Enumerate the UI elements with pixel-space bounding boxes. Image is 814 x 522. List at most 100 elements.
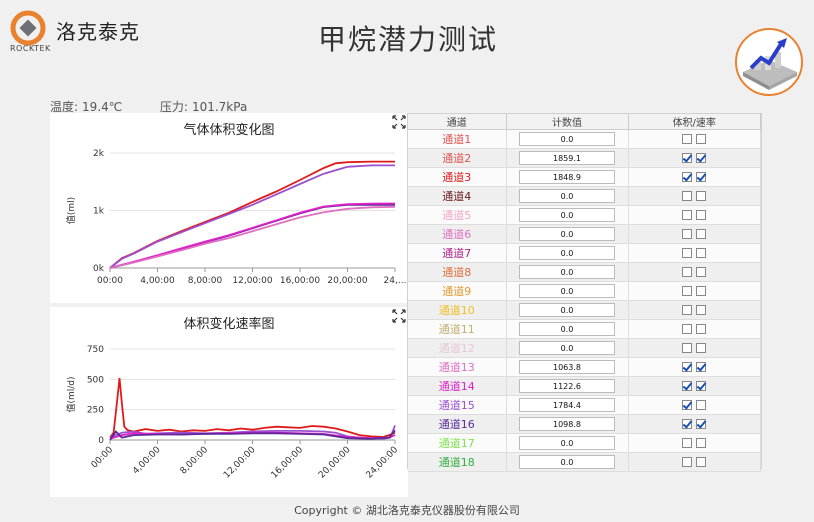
count-value-field[interactable]: 0.0 bbox=[519, 455, 615, 469]
rate-checkbox[interactable] bbox=[696, 285, 707, 296]
pressure-label: 压力: bbox=[159, 100, 188, 114]
table-row: 通道10 0.0 bbox=[408, 300, 761, 320]
volume-chart-title: 气体体积变化图 bbox=[183, 123, 275, 138]
volume-checkbox[interactable] bbox=[682, 171, 693, 182]
channel-name: 通道16 bbox=[408, 414, 507, 434]
rate-checkbox[interactable] bbox=[696, 342, 707, 353]
count-value-field[interactable]: 1784.4 bbox=[519, 398, 615, 412]
volume-checkbox[interactable] bbox=[682, 133, 693, 144]
table-row: 通道6 0.0 bbox=[408, 224, 761, 244]
channel-name: 通道11 bbox=[408, 319, 507, 339]
count-value-field[interactable]: 1063.8 bbox=[519, 360, 615, 374]
rate-checkbox[interactable] bbox=[696, 133, 707, 144]
count-value-field[interactable]: 0.0 bbox=[519, 322, 615, 336]
count-value-field[interactable]: 0.0 bbox=[519, 189, 615, 203]
page-title: 甲烷潜力测试 bbox=[318, 23, 499, 56]
count-value-field[interactable]: 0.0 bbox=[519, 436, 615, 450]
volume-checkbox[interactable] bbox=[682, 190, 693, 201]
series-line bbox=[109, 205, 396, 269]
expand-icon[interactable] bbox=[392, 115, 406, 129]
analysis-chart-icon[interactable] bbox=[735, 28, 803, 96]
table-row: 通道13 1063.8 bbox=[408, 357, 761, 377]
column-header-count: 计数值 bbox=[506, 114, 629, 130]
rate-checkbox[interactable] bbox=[696, 304, 707, 315]
table-row: 通道7 0.0 bbox=[408, 243, 761, 263]
rate-checkbox[interactable] bbox=[696, 456, 707, 467]
rate-chart: 0 250 500 750 00:00 4,00:00 8,00:00 12,00:00 16,… bbox=[65, 345, 401, 481]
rate-checkbox[interactable] bbox=[696, 190, 707, 201]
rate-checkbox[interactable] bbox=[696, 266, 707, 277]
rate-checkbox[interactable] bbox=[696, 380, 707, 391]
volume-checkbox[interactable] bbox=[682, 399, 693, 410]
volume-checkbox[interactable] bbox=[682, 323, 693, 334]
count-value-field[interactable]: 0.0 bbox=[519, 227, 615, 241]
count-value-field[interactable]: 0.0 bbox=[519, 246, 615, 260]
y-axis-label: 值(ml) bbox=[65, 197, 77, 224]
table-row: 通道9 0.0 bbox=[408, 281, 761, 301]
rate-checkbox[interactable] bbox=[696, 418, 707, 429]
rate-checkbox[interactable] bbox=[696, 437, 707, 448]
volume-checkbox[interactable] bbox=[682, 456, 693, 467]
channel-name: 通道13 bbox=[408, 357, 507, 377]
x-tick-label: 24,00:00 bbox=[365, 445, 401, 481]
count-value-field[interactable]: 1098.8 bbox=[519, 417, 615, 431]
x-tick-label: 12,00:00 bbox=[232, 276, 273, 286]
volume-checkbox[interactable] bbox=[682, 342, 693, 353]
y-axis-label: 值(ml/d) bbox=[65, 376, 77, 412]
expand-icon[interactable] bbox=[392, 309, 406, 323]
x-tick-label: 20,00:00 bbox=[327, 276, 368, 286]
count-value-field[interactable]: 0.0 bbox=[519, 208, 615, 222]
volume-checkbox[interactable] bbox=[682, 380, 693, 391]
rate-checkbox[interactable] bbox=[696, 171, 707, 182]
rate-checkbox[interactable] bbox=[696, 323, 707, 334]
volume-checkbox[interactable] bbox=[682, 209, 693, 220]
rate-chart-title: 体积变化速率图 bbox=[183, 317, 275, 332]
volume-checkbox[interactable] bbox=[682, 418, 693, 429]
count-value-field[interactable]: 0.0 bbox=[519, 284, 615, 298]
table-row: 通道14 1122.6 bbox=[408, 376, 761, 396]
y-tick-label: 250 bbox=[87, 406, 104, 416]
channel-name: 通道8 bbox=[408, 262, 507, 282]
count-value-field[interactable]: 1122.6 bbox=[519, 379, 615, 393]
channel-name: 通道10 bbox=[408, 300, 507, 320]
channel-name: 通道3 bbox=[408, 167, 507, 187]
x-tick-label: 00:00 bbox=[97, 276, 123, 286]
rate-checkbox[interactable] bbox=[696, 247, 707, 258]
rate-checkbox[interactable] bbox=[696, 209, 707, 220]
table-row: 通道11 0.0 bbox=[408, 319, 761, 339]
channel-name: 通道4 bbox=[408, 186, 507, 206]
channel-name: 通道6 bbox=[408, 224, 507, 244]
volume-checkbox[interactable] bbox=[682, 437, 693, 448]
copyright-footer: Copyright © 湖北洛克泰克仪器股份有限公司 bbox=[294, 504, 520, 517]
count-value-field[interactable]: 0.0 bbox=[519, 303, 615, 317]
count-value-field[interactable]: 1859.1 bbox=[519, 151, 615, 165]
count-value-field[interactable]: 0.0 bbox=[519, 132, 615, 146]
volume-checkbox[interactable] bbox=[682, 285, 693, 296]
count-value-field[interactable]: 1848.9 bbox=[519, 170, 615, 184]
y-tick-label: 2k bbox=[93, 149, 105, 159]
x-tick-label: 8,00:00 bbox=[188, 276, 223, 286]
volume-checkbox[interactable] bbox=[682, 304, 693, 315]
table-row: 通道2 1859.1 bbox=[408, 148, 761, 168]
x-tick-label: 16,00:00 bbox=[270, 445, 306, 481]
rate-checkbox[interactable] bbox=[696, 152, 707, 163]
channel-name: 通道14 bbox=[408, 376, 507, 396]
volume-chart: 0k 1k 2k 00:00 4,00:00 8,00:00 12,00:00 16,00:0… bbox=[65, 149, 406, 286]
volume-checkbox[interactable] bbox=[682, 361, 693, 372]
rocktek-logo-icon bbox=[10, 10, 46, 46]
volume-checkbox[interactable] bbox=[682, 152, 693, 163]
table-row: 通道1 0.0 bbox=[408, 129, 761, 149]
count-value-field[interactable]: 0.0 bbox=[519, 341, 615, 355]
table-row: 通道4 0.0 bbox=[408, 186, 761, 206]
volume-checkbox[interactable] bbox=[682, 228, 693, 239]
x-tick-label: 16,00:00 bbox=[280, 276, 321, 286]
x-tick-label: 4,00:00 bbox=[140, 276, 175, 286]
y-tick-label: 750 bbox=[87, 345, 104, 355]
channel-name: 通道17 bbox=[408, 433, 507, 453]
rate-checkbox[interactable] bbox=[696, 399, 707, 410]
volume-checkbox[interactable] bbox=[682, 247, 693, 258]
count-value-field[interactable]: 0.0 bbox=[519, 265, 615, 279]
rate-checkbox[interactable] bbox=[696, 228, 707, 239]
rate-checkbox[interactable] bbox=[696, 361, 707, 372]
volume-checkbox[interactable] bbox=[682, 266, 693, 277]
